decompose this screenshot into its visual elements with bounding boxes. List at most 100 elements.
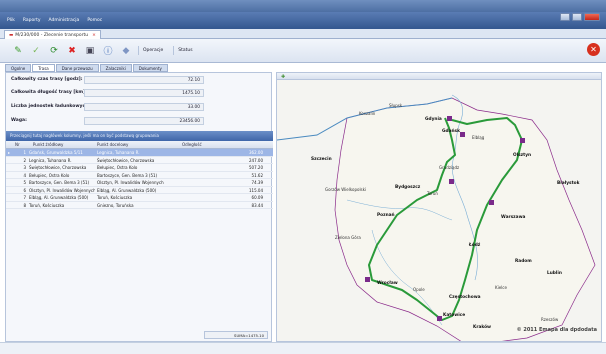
column-header-nr[interactable]: Nr: [15, 142, 20, 147]
cell-distance: 74.39: [251, 180, 263, 185]
cell-to: Gniezno, Toruńska: [97, 202, 134, 208]
cell-from: 6 Olsztyn, Pl. Inwalidów Wojennych: [13, 187, 95, 194]
cell-nr: 3: [23, 165, 26, 170]
cell-from-text: Bełupiec, Ostra Kolo: [29, 172, 70, 178]
tab-dane-przewozu[interactable]: Dane przewozu: [55, 64, 99, 72]
table-row[interactable]: 7 Elbląg, Al. Grunwaldzka (500) Toruń, Koś…: [6, 194, 273, 202]
city-label-bydgoszcz: Bydgoszcz: [395, 185, 421, 190]
city-label-krakow: Kraków: [473, 325, 492, 330]
stop-marker-elblag[interactable]: [460, 132, 465, 137]
city-label-bialystok: Białystok: [557, 181, 580, 186]
menu-bar: Plik Raporty Administracja Pomoc: [0, 12, 606, 29]
cell-to: Legnica, Tuhanana R.: [97, 150, 140, 155]
cell-from: 3 Świętochłowice, Chorzowska: [13, 164, 95, 171]
tab-trasa[interactable]: Trasa: [32, 64, 55, 72]
row-indicator: [6, 179, 13, 186]
summary-length-value: 1475.10: [84, 88, 204, 97]
table-row[interactable]: 5 Bartoszyce, Gen. Bema 3 (51) Olsztyn, Pl…: [6, 179, 273, 187]
shield-icon[interactable]: ◆: [120, 44, 132, 58]
cell-from: 4 Bełupiec, Ostra Kolo: [13, 172, 95, 179]
summary-length-label: Całkowita długość trasy [km]:: [11, 90, 87, 95]
sub-tabs: Ogolne Trasa Dane przewozu Zalaczniki Do…: [5, 64, 168, 72]
table-row[interactable]: ▸ 1 Gdańsk, Grunwaldzka 5/11 Legnica, Tuhan…: [6, 149, 273, 157]
cell-nr: 6: [23, 187, 26, 193]
city-label-poznan: Poznań: [377, 213, 395, 218]
city-label-gorzow: Gorzów Wielkopolski: [325, 187, 367, 192]
row-indicator: [6, 194, 13, 201]
delete-icon[interactable]: ✖: [66, 44, 78, 58]
map-copyright: © 2011 Emapa dla dpdodata: [516, 327, 597, 333]
status-bar: [0, 342, 606, 354]
city-label-lodz: Łódź: [469, 243, 481, 248]
menu-item-plik[interactable]: Plik: [7, 18, 15, 23]
stop-marker-gdansk[interactable]: [447, 116, 452, 121]
city-label-elblag: Elbląg: [472, 135, 485, 140]
row-indicator: [6, 157, 13, 164]
row-indicator: [6, 187, 13, 194]
cell-distance: 60.09: [251, 195, 263, 200]
cell-to: Bartoszyce, Gen. Bema 3 (51): [97, 172, 158, 178]
cell-distance: 83.44: [251, 202, 263, 208]
status-button[interactable]: Status: [173, 46, 196, 55]
route-panel: Całkowity czas trasy [godz]: 72.10 Całko…: [5, 72, 273, 342]
document-tab[interactable]: ▬ M/230/000 - Zlecenie transportu ×: [4, 30, 101, 39]
stop-marker-legnica[interactable]: [365, 277, 370, 282]
accept-icon[interactable]: ✓: [30, 44, 42, 58]
summary-time-label: Całkowity czas trasy [godz]:: [11, 77, 83, 82]
cell-from: 5 Bartoszyce, Gen. Bema 3 (51): [13, 179, 95, 186]
toolbar: ✎ ✓ ⟳ ✖ ▣ ⓘ ◆ Operacje Status: [0, 39, 606, 63]
map-panel[interactable]: ✚ Gdynia Gdańsk Elbląg Olsztyn Grudziądz…: [276, 72, 602, 342]
cell-from-text: Gdańsk, Grunwaldzka 5/11: [29, 150, 83, 155]
info-icon[interactable]: ⓘ: [102, 44, 114, 58]
city-label-wroclaw: Wrocław: [377, 281, 398, 286]
city-label-gdynia: Gdynia: [425, 117, 442, 122]
cell-from: 1 Gdańsk, Grunwaldzka 5/11: [13, 149, 95, 156]
stop-marker-chorzowska[interactable]: [437, 316, 442, 321]
operations-button[interactable]: Operacje: [138, 46, 167, 55]
cell-from-text: Olsztyn, Pl. Inwalidów Wojennych: [29, 187, 95, 193]
menu-item-raporty[interactable]: Raporty: [23, 18, 41, 23]
table-row[interactable]: 6 Olsztyn, Pl. Inwalidów Wojennych Elbląg,…: [6, 187, 273, 194]
stop-marker-torun[interactable]: [449, 179, 454, 184]
row-indicator: [6, 164, 13, 171]
column-header-from[interactable]: Punkt źródłowy: [33, 142, 63, 147]
grid-column-headers: Nr Punkt źródłowy Punkt docelowy Odległo…: [6, 141, 273, 149]
table-row[interactable]: 2 Legnica, Tuhanana R. Świętochłowice, Cho…: [6, 157, 273, 164]
maximize-button[interactable]: [572, 13, 582, 21]
stop-marker-olsztyn[interactable]: [520, 138, 525, 143]
cell-nr: 2: [23, 157, 26, 163]
column-header-nr-from[interactable]: Nr Punkt źródłowy: [13, 141, 95, 148]
minimize-button[interactable]: [560, 13, 570, 21]
close-window-button[interactable]: [584, 13, 600, 21]
summary-time-value: 72.10: [84, 75, 204, 84]
close-document-button[interactable]: ✕: [587, 43, 600, 56]
city-label-olsztyn: Olsztyn: [513, 153, 532, 158]
document-tab-label: M/230/000 - Zlecenie transportu: [15, 32, 89, 38]
cell-from: 7 Elbląg, Al. Grunwaldzka (500): [13, 194, 95, 201]
tab-zalaczniki[interactable]: Zalaczniki: [99, 64, 132, 72]
print-icon[interactable]: ▣: [84, 44, 96, 58]
close-tab-icon[interactable]: ×: [92, 33, 96, 38]
table-row[interactable]: 8 Toruń, Kościuszka Gniezno, Toruńska 83.44: [6, 202, 273, 209]
table-row[interactable]: 3 Świętochłowice, Chorzowska Bełupiec, Ost…: [6, 164, 273, 172]
cell-to: Świętochłowice, Chorzowska: [97, 157, 155, 163]
column-header-distance[interactable]: Odległość: [180, 141, 266, 148]
column-header-to[interactable]: Punkt docelowy: [95, 141, 180, 148]
summary-weight-row: Waga: 23456.00: [6, 114, 273, 127]
map-copyright-text: 2011 Emapa dla dpdodata: [523, 327, 597, 333]
cell-from: 8 Toruń, Kościuszka: [13, 202, 95, 209]
city-label-szczecin: Szczecin: [311, 157, 332, 162]
menu-item-pomoc[interactable]: Pomoc: [87, 18, 102, 23]
table-row[interactable]: 4 Bełupiec, Ostra Kolo Bartoszyce, Gen. Be…: [6, 172, 273, 179]
menu-item-administracja[interactable]: Administracja: [49, 18, 80, 23]
title-bar: [0, 0, 606, 12]
stop-marker-belupiec[interactable]: [489, 200, 494, 205]
edit-icon[interactable]: ✎: [12, 44, 24, 58]
tab-ogolne[interactable]: Ogolne: [5, 64, 32, 72]
cell-distance: 115.04: [249, 187, 263, 193]
refresh-icon[interactable]: ⟳: [48, 44, 60, 58]
summary-time-row: Całkowity czas trasy [godz]: 72.10: [6, 73, 273, 86]
group-by-hint[interactable]: Przeciągnij tutaj nagłówek kolumny, jeśl…: [6, 131, 273, 141]
cell-to: Bełupiec, Ostra Kolo: [97, 165, 138, 170]
tab-dokumenty[interactable]: Dokumenty: [132, 64, 168, 72]
